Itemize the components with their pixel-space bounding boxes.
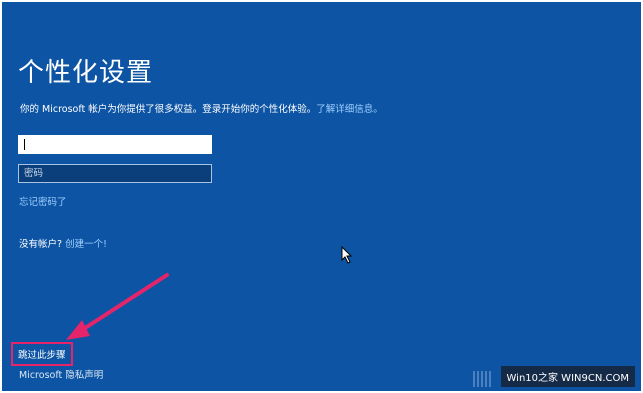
learn-more-link[interactable]: 了解详细信息。 bbox=[316, 104, 383, 115]
skip-step-button[interactable]: 跳过此步骤 bbox=[11, 342, 73, 366]
create-account-link[interactable]: 创建一个! bbox=[65, 239, 107, 250]
watermark-stripes bbox=[473, 371, 493, 387]
no-account-text: 没有帐户? bbox=[19, 239, 63, 250]
text-caret bbox=[24, 139, 25, 150]
mouse-pointer-icon bbox=[341, 246, 353, 264]
description: 你的 Microsoft 帐户为你提供了很多权益。登录开始你的个性化体验。了解详… bbox=[20, 101, 383, 115]
description-text: 你的 Microsoft 帐户为你提供了很多权益。登录开始你的个性化体验。 bbox=[20, 104, 317, 115]
watermark-logo: Win10之家 WIN9CN.COM bbox=[500, 366, 635, 387]
email-field[interactable] bbox=[18, 135, 212, 154]
password-field[interactable] bbox=[18, 164, 212, 183]
no-account-line: 没有帐户? 创建一个! bbox=[19, 236, 107, 250]
setup-screen: 个性化设置 你的 Microsoft 帐户为你提供了很多权益。登录开始你的个性化… bbox=[2, 2, 641, 391]
privacy-statement-link[interactable]: Microsoft 隐私声明 bbox=[19, 367, 103, 381]
page-title: 个性化设置 bbox=[18, 58, 154, 88]
forgot-password-link[interactable]: 忘记密码了 bbox=[19, 194, 67, 208]
